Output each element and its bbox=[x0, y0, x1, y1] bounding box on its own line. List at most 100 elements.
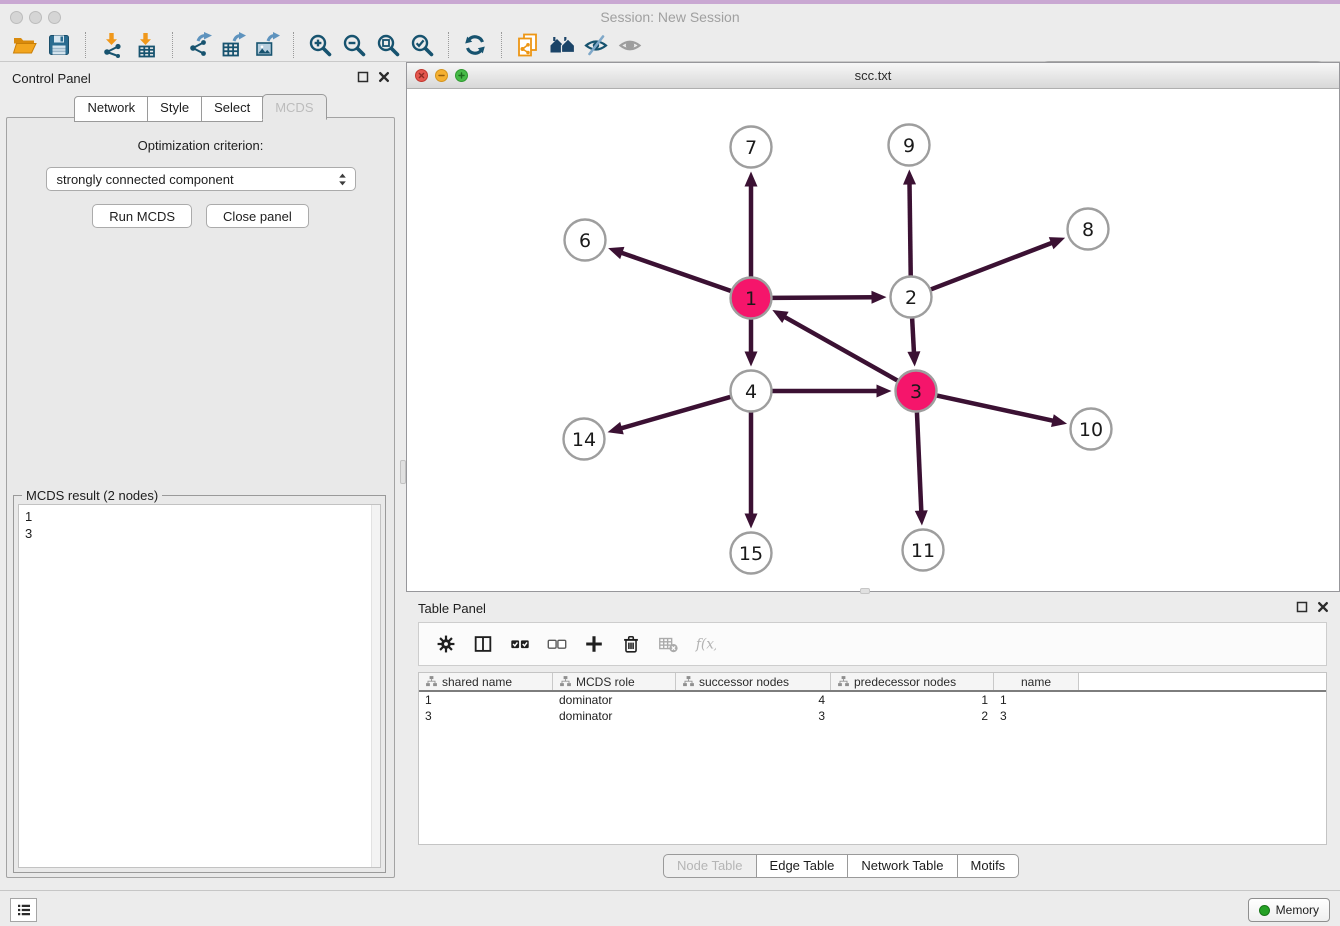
graph-edge-arrowhead bbox=[903, 169, 916, 184]
network-canvas[interactable]: 7 9 6 8 1 2 4 3 14 10 15 11 bbox=[407, 89, 1339, 591]
graph-node-2[interactable]: 2 bbox=[891, 277, 932, 318]
graph-node-8[interactable]: 8 bbox=[1068, 209, 1109, 250]
toolbar-separator bbox=[501, 32, 502, 58]
zoom-in-icon[interactable] bbox=[303, 30, 337, 60]
graph-edge-2-8[interactable] bbox=[931, 242, 1055, 290]
zoom-out-icon[interactable] bbox=[337, 30, 371, 60]
apply-layout-icon[interactable] bbox=[458, 30, 492, 60]
open-file-icon[interactable] bbox=[8, 30, 42, 60]
graph-edge-2-3[interactable] bbox=[912, 318, 914, 355]
tab-network[interactable]: Network bbox=[74, 96, 148, 122]
toggle-column-view-icon[interactable] bbox=[468, 629, 498, 659]
graph-node-10[interactable]: 10 bbox=[1071, 409, 1112, 450]
result-scrollbar[interactable] bbox=[371, 505, 380, 867]
unselect-all-columns-icon[interactable] bbox=[542, 629, 572, 659]
graph-edge-1-2[interactable] bbox=[772, 297, 875, 298]
graph-edge-arrowhead bbox=[745, 514, 758, 529]
network-graph: 7 9 6 8 1 2 4 3 14 10 15 11 bbox=[407, 89, 1339, 591]
column-header-predecessor_nodes[interactable]: predecessor nodes bbox=[831, 673, 994, 690]
export-table-icon[interactable] bbox=[216, 30, 250, 60]
graph-edge-2-9[interactable] bbox=[909, 180, 910, 275]
selected-criterion: strongly connected component bbox=[57, 172, 334, 187]
run-mcds-button[interactable]: Run MCDS bbox=[92, 204, 192, 228]
memory-label: Memory bbox=[1276, 903, 1319, 917]
graph-edge-3-1[interactable] bbox=[782, 315, 897, 380]
graph-node-6[interactable]: 6 bbox=[565, 220, 606, 261]
graph-edge-3-10[interactable] bbox=[937, 396, 1056, 422]
float-panel-icon[interactable] bbox=[356, 70, 370, 84]
graph-node-label: 11 bbox=[911, 540, 935, 562]
tab-edge-table[interactable]: Edge Table bbox=[756, 854, 849, 878]
graph-edge-4-14[interactable] bbox=[618, 397, 730, 429]
clone-network-icon[interactable] bbox=[511, 30, 545, 60]
delete-column-icon[interactable] bbox=[616, 629, 646, 659]
graph-edge-arrowhead bbox=[871, 291, 886, 304]
graph-node-7[interactable]: 7 bbox=[731, 127, 772, 168]
column-header-name[interactable]: name bbox=[994, 673, 1079, 690]
tab-node-table[interactable]: Node Table bbox=[663, 854, 757, 878]
column-header-shared_name[interactable]: shared name bbox=[419, 673, 553, 690]
tab-network-table[interactable]: Network Table bbox=[847, 854, 957, 878]
create-column-icon[interactable] bbox=[579, 629, 609, 659]
tab-style[interactable]: Style bbox=[147, 96, 202, 122]
zoom-fit-content-icon[interactable] bbox=[371, 30, 405, 60]
cell-shared_name: 3 bbox=[419, 708, 553, 724]
column-header-successor_nodes[interactable]: successor nodes bbox=[676, 673, 831, 690]
close-panel-button[interactable]: Close panel bbox=[206, 204, 309, 228]
float-table-panel-icon[interactable] bbox=[1295, 600, 1309, 614]
toolbar-separator bbox=[448, 32, 449, 58]
column-label: successor nodes bbox=[699, 675, 789, 689]
task-history-button[interactable] bbox=[10, 898, 37, 922]
optimization-criterion-select[interactable]: strongly connected component bbox=[46, 167, 356, 191]
tab-select[interactable]: Select bbox=[201, 96, 263, 122]
graph-node-label: 15 bbox=[739, 543, 763, 565]
import-table-icon[interactable] bbox=[129, 30, 163, 60]
mcds-result-textarea[interactable]: 13 bbox=[18, 504, 381, 868]
tab-mcds[interactable]: MCDS bbox=[262, 94, 326, 120]
status-bar: Memory bbox=[0, 890, 1340, 926]
table-row[interactable]: 1dominator411 bbox=[419, 692, 1326, 708]
graph-node-4[interactable]: 4 bbox=[731, 371, 772, 412]
import-network-icon[interactable] bbox=[95, 30, 129, 60]
cell-name: 3 bbox=[994, 708, 1079, 724]
graph-edge-3-11[interactable] bbox=[917, 412, 921, 514]
close-table-panel-icon[interactable] bbox=[1316, 600, 1330, 614]
show-all-icon bbox=[613, 30, 647, 60]
export-image-icon[interactable] bbox=[250, 30, 284, 60]
column-settings-icon[interactable] bbox=[431, 629, 461, 659]
column-label: predecessor nodes bbox=[854, 675, 956, 689]
graph-node-14[interactable]: 14 bbox=[564, 419, 605, 460]
graph-edge-arrowhead bbox=[745, 172, 758, 187]
select-all-columns-icon[interactable] bbox=[505, 629, 535, 659]
tab-motifs[interactable]: Motifs bbox=[957, 854, 1020, 878]
graph-node-15[interactable]: 15 bbox=[731, 533, 772, 574]
control-panel: Control Panel NetworkStyleSelectMCDS Opt… bbox=[0, 62, 401, 890]
optimization-criterion-label: Optimization criterion: bbox=[7, 138, 394, 153]
network-title: scc.txt bbox=[407, 68, 1339, 83]
hide-selected-icon[interactable] bbox=[579, 30, 613, 60]
table-row[interactable]: 3dominator323 bbox=[419, 708, 1326, 724]
control-panel-title: Control Panel bbox=[12, 71, 91, 86]
toolbar-separator bbox=[172, 32, 173, 58]
memory-button[interactable]: Memory bbox=[1248, 898, 1330, 922]
graph-node-label: 1 bbox=[745, 288, 757, 310]
column-type-icon bbox=[682, 675, 695, 688]
close-panel-icon[interactable] bbox=[377, 70, 391, 84]
toolbar-icon-strip bbox=[8, 30, 647, 60]
first-neighbors-icon[interactable] bbox=[545, 30, 579, 60]
control-panel-tabs: NetworkStyleSelectMCDS bbox=[0, 96, 401, 122]
save-session-icon[interactable] bbox=[42, 30, 76, 60]
graph-node-9[interactable]: 9 bbox=[889, 125, 930, 166]
graph-node-1[interactable]: 1 bbox=[731, 278, 772, 319]
graph-node-3[interactable]: 3 bbox=[896, 371, 937, 412]
graph-edge-1-6[interactable] bbox=[619, 252, 731, 291]
toolbar-separator bbox=[85, 32, 86, 58]
network-window-titlebar[interactable]: scc.txt bbox=[407, 63, 1339, 89]
mcds-result-group: MCDS result (2 nodes) 13 bbox=[13, 495, 386, 873]
graph-edge-arrowhead bbox=[608, 247, 624, 259]
column-header-mcds_role[interactable]: MCDS role bbox=[553, 673, 676, 690]
export-network-icon[interactable] bbox=[182, 30, 216, 60]
graph-node-11[interactable]: 11 bbox=[903, 530, 944, 571]
zoom-selected-icon[interactable] bbox=[405, 30, 439, 60]
horizontal-splitter-handle[interactable] bbox=[860, 588, 870, 594]
